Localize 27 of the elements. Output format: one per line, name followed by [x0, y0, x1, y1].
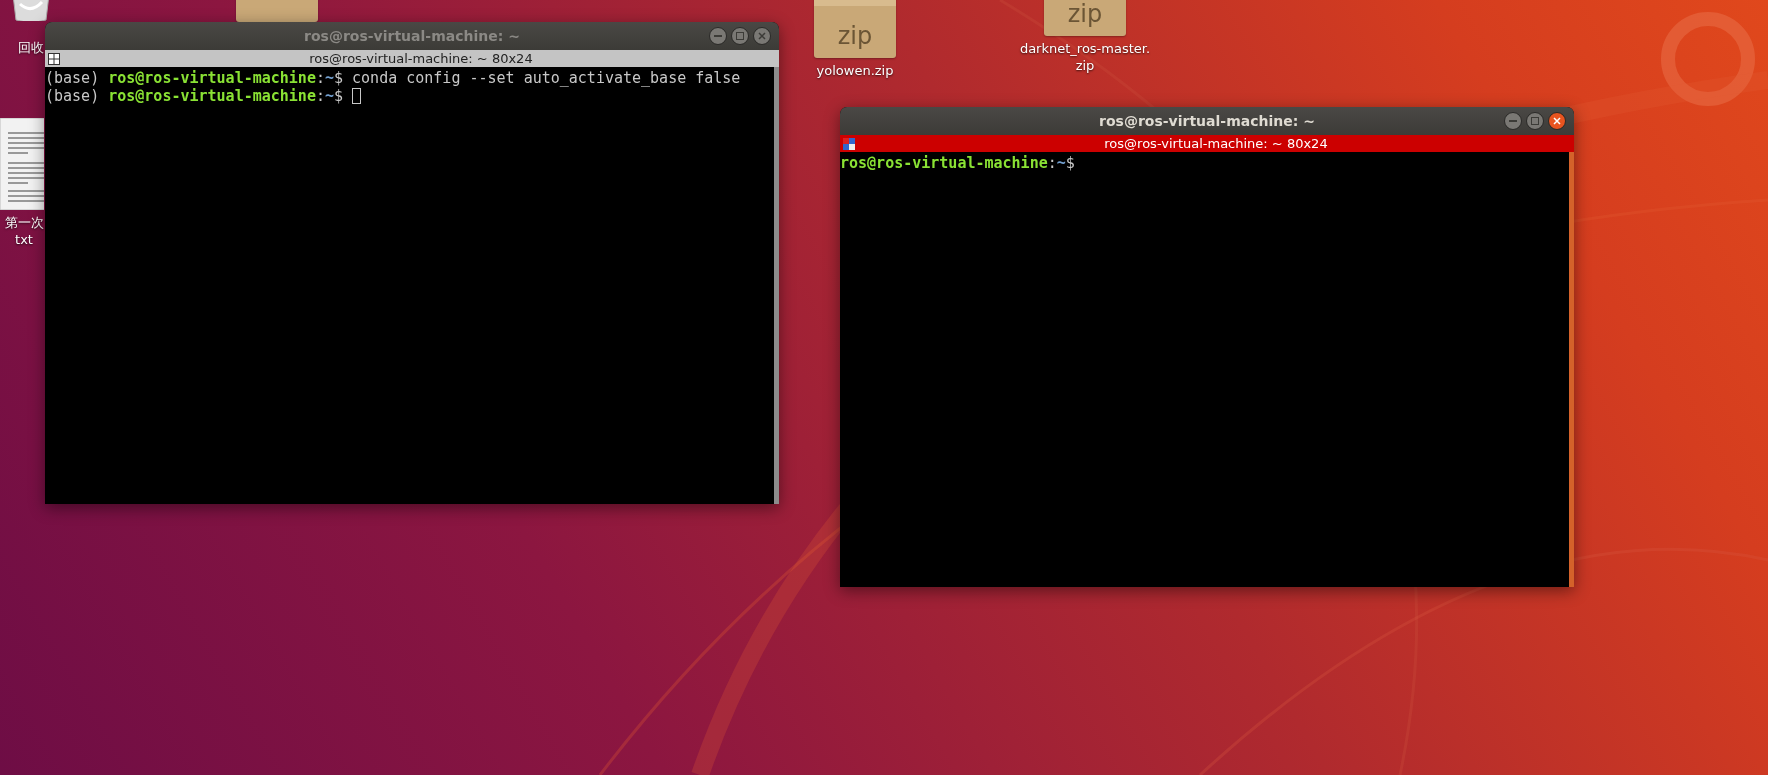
- icon-label: darknet_ros-master. zip: [1019, 40, 1151, 74]
- tab-title: ros@ros-virtual-machine: ~ 80x24: [1103, 136, 1329, 151]
- icon-label: 回收: [18, 39, 44, 56]
- minimize-icon: [1509, 120, 1517, 122]
- tab-title: ros@ros-virtual-machine: ~ 80x24: [308, 51, 534, 66]
- minimize-icon: [714, 35, 722, 37]
- close-button[interactable]: [1548, 112, 1566, 130]
- document-icon[interactable]: [0, 118, 44, 210]
- window-title: ros@ros-virtual-machine: ~: [1099, 113, 1315, 129]
- close-icon: [1553, 117, 1561, 125]
- window-title: ros@ros-virtual-machine: ~: [304, 28, 520, 44]
- tab-menu-button[interactable]: [45, 50, 63, 67]
- icon-label: yolowen.zip: [816, 62, 894, 79]
- zip-archive-icon[interactable]: zip: [1044, 0, 1126, 36]
- maximize-button[interactable]: [731, 27, 749, 45]
- terminal-line: (base) ros@ros-virtual-machine:~$ conda config --set auto_activate_base false: [45, 69, 741, 87]
- close-icon: [758, 32, 766, 40]
- icon-label: 第一次 txt: [4, 214, 44, 248]
- minimize-button[interactable]: [709, 27, 727, 45]
- minimize-button[interactable]: [1504, 112, 1522, 130]
- terminal-line: ros@ros-virtual-machine:~$: [840, 154, 1075, 172]
- maximize-icon: [736, 32, 744, 40]
- scrollbar[interactable]: [1569, 152, 1574, 587]
- terminal-line: (base) ros@ros-virtual-machine:~$: [45, 87, 345, 105]
- zip-archive-icon[interactable]: zip: [814, 0, 896, 58]
- scrollbar[interactable]: [774, 67, 779, 504]
- maximize-icon: [1531, 117, 1539, 125]
